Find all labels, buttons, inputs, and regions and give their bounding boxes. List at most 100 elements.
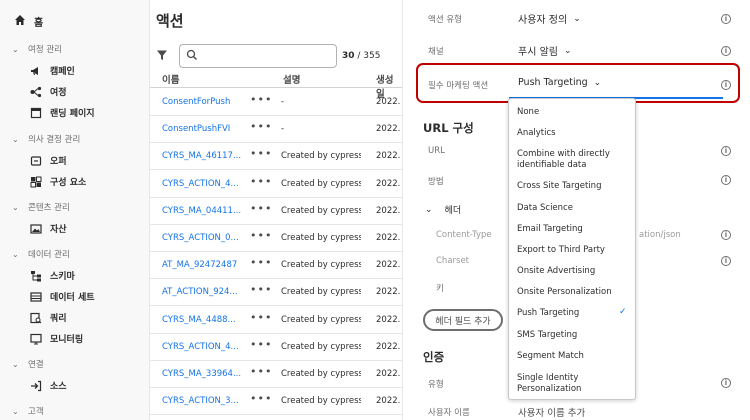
action-description: - [281,97,285,107]
username-label: 사용자 이름 [428,408,470,418]
table-row[interactable]: ConsentPushFVI•••- 2022. 0 [150,116,402,144]
more-options-icon[interactable]: ••• [250,120,272,133]
filter-icon[interactable] [156,49,168,64]
table-row[interactable]: CYRS_MA_33964...••• Created by cypress M 2… [150,361,402,388]
action-created-date: 2022. 0 [376,287,402,298]
nav-section-data[interactable]: ⌄ 데이터 관리 [12,248,70,261]
nav-section-customers[interactable]: ⌄ 고객 [12,405,44,418]
info-icon[interactable]: i [721,14,731,24]
dropdown-option[interactable]: Onsite Personalization [517,287,629,298]
count-current: 30 [342,51,355,61]
more-options-icon[interactable]: ••• [250,311,272,324]
more-options-icon[interactable]: ••• [250,365,272,378]
nav-section-content[interactable]: ⌄ 콘텐츠 관리 [12,201,70,214]
key-label: 키 [436,284,444,294]
username-input[interactable]: 사용자 이름 추가 [518,405,585,419]
nav-section-journey[interactable]: ⌄ 여정 관리 [12,43,62,56]
nav-section-label: 의사 결정 관리 [28,135,81,145]
action-name-link[interactable]: CYRS_MA_4488... [162,315,248,325]
nav-item-components[interactable]: 구성 요소 [30,175,86,188]
nav-item-sources[interactable]: 소스 [30,379,67,392]
nav-item-journeys[interactable]: 여정 [30,85,67,98]
source-icon [30,380,42,392]
dropdown-option[interactable]: Push Targeting [517,308,629,319]
more-options-icon[interactable]: ••• [250,229,272,242]
action-name-link[interactable]: AT_MA_92472487 [162,260,248,270]
nav-item-offers[interactable]: 오퍼 [30,154,67,167]
table-row[interactable]: CYRS_ACTION_4...••• Created by cypress E 2… [150,334,402,361]
nav-item-datasets[interactable]: 데이터 세트 [30,290,95,303]
nav-item-campaigns[interactable]: 캠페인 [30,64,75,77]
table-row[interactable]: CYRS_ACTION_4...••• Created by cypress E 2… [150,171,402,198]
more-options-icon[interactable]: ••• [250,256,272,269]
dropdown-option[interactable]: SMS Targeting [517,330,629,341]
nav-item-queries[interactable]: 쿼리 [30,311,67,324]
more-options-icon[interactable]: ••• [250,147,272,160]
action-type-select[interactable]: 사용자 정의 ⌄ [518,11,581,27]
dropdown-option[interactable]: Segment Match [517,351,629,362]
action-name-link[interactable]: CYRS_ACTION_4... [162,342,248,352]
nav-section-label: 여정 관리 [28,45,62,55]
dropdown-option[interactable]: Data Science [517,203,629,214]
header-toggle[interactable]: ⌄ 헤더 [425,203,461,217]
nav-item-landing-pages[interactable]: 랜딩 페이지 [30,106,95,119]
nav-item-label: 자산 [50,225,67,235]
table-row[interactable]: AT_MA_92472487••• Created by cypress M 202… [150,252,402,280]
table-row[interactable]: CYRS_MA_46117...••• Created by cypress M 2… [150,143,402,171]
info-icon[interactable]: i [721,146,731,156]
more-options-icon[interactable]: ••• [250,175,272,188]
nav-section-connections[interactable]: ⌄ 연결 [12,358,44,371]
dropdown-option[interactable]: Export to Third Party [517,245,629,256]
dropdown-option[interactable]: Cross Site Targeting [517,181,629,192]
info-icon[interactable]: i [721,256,731,266]
action-name-link[interactable]: CYRS_MA_33964... [162,369,248,379]
dropdown-option[interactable]: Single Identity Personalization [517,373,629,395]
column-name[interactable]: 이름 [162,72,179,86]
dropdown-option[interactable]: None [517,107,629,118]
nav-home[interactable]: 홈 [14,14,43,29]
channel-select[interactable]: 푸시 알림 ⌄ [518,43,572,59]
action-name-link[interactable]: CYRS_ACTION_4... [162,179,248,189]
nav-section-decisioning[interactable]: ⌄ 의사 결정 관리 [12,133,81,146]
info-icon[interactable]: i [721,378,731,388]
action-name-link[interactable]: CYRS_MA_04411... [162,206,248,216]
action-name-link[interactable]: CYRS_ACTION_3... [162,396,248,406]
action-name-link[interactable]: AT_ACTION_924... [162,287,248,297]
more-options-icon[interactable]: ••• [250,283,272,296]
more-options-icon[interactable]: ••• [250,338,272,351]
table-header: 이름 설명 생성일 [150,68,402,100]
dropdown-option[interactable]: Combine with directly identifiable data [517,149,629,171]
table-row[interactable]: CYRS_ACTION_0...••• Created by cypress E 2… [150,225,402,252]
nav-item-label: 소스 [50,382,67,392]
nav-section-label: 콘텐츠 관리 [28,203,70,213]
marketing-action-select[interactable]: Push Targeting ⌄ [518,77,601,88]
add-header-field-button[interactable]: 헤더 필드 추가 [423,309,503,331]
action-name-link[interactable]: ConsentPushFVI [162,124,248,134]
dropdown-option[interactable]: Onsite Advertising [517,266,629,277]
nav-item-monitoring[interactable]: 모니터링 [30,332,83,345]
info-icon[interactable]: i [721,46,731,56]
info-icon[interactable]: i [721,175,731,185]
more-options-icon[interactable]: ••• [250,93,272,106]
nav-item-schemas[interactable]: 스키마 [30,269,75,282]
auth-section-title: 인증 [423,350,445,364]
table-row[interactable]: CYRS_ACTION_3...••• Created by cypress E 2… [150,388,402,416]
info-icon[interactable]: i [721,230,731,240]
more-options-icon[interactable]: ••• [250,202,272,215]
table-row[interactable]: AT_ACTION_924...••• Created by cypress E 2… [150,279,402,307]
nav-item-assets[interactable]: 자산 [30,222,67,235]
dropdown-option[interactable]: Email Targeting [517,224,629,235]
column-description[interactable]: 설명 [283,72,300,86]
table-row[interactable]: CYRS_MA_04411...••• Created by cypress M 2… [150,198,402,225]
action-name-link[interactable]: ConsentForPush [162,97,248,107]
search-input[interactable] [179,44,337,68]
result-count: 30 / 355 [342,51,380,61]
action-name-link[interactable]: CYRS_ACTION_0... [162,233,248,243]
table-row[interactable]: ConsentForPush•••- 2022. 0 [150,89,402,116]
dropdown-option[interactable]: Analytics [517,128,629,139]
more-options-icon[interactable]: ••• [250,392,272,405]
action-name-link[interactable]: CYRS_MA_46117... [162,151,248,161]
chevron-down-icon: ⌄ [12,359,19,369]
info-icon[interactable]: i [721,80,731,90]
table-row[interactable]: CYRS_MA_4488...••• Created by cypress M 20… [150,307,402,334]
